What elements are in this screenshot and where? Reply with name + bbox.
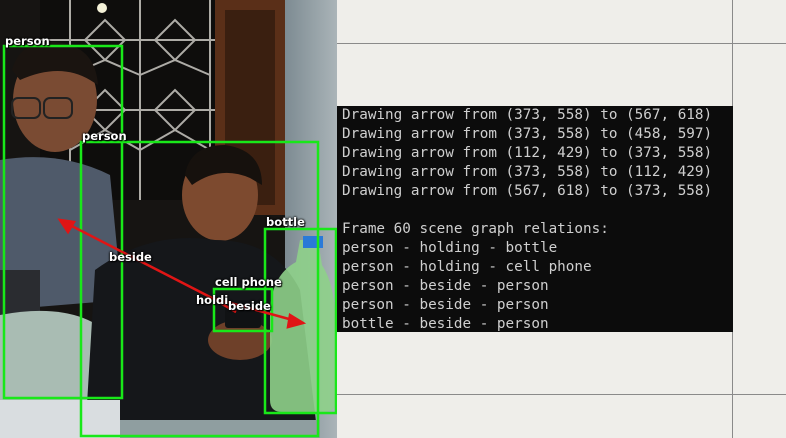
terminal-line: Drawing arrow from (567, 618) to (373, 5… [342,183,713,199]
video-frame: person person bottle cell phone beside h… [0,0,337,438]
grid-line [337,394,786,395]
label-person-2: person [82,129,127,143]
terminal-line: person - beside - person [342,278,549,294]
grid-line [337,43,786,44]
relation-label-holding: holdi [196,293,229,307]
terminal-line: Drawing arrow from (373, 558) to (458, 5… [342,126,713,142]
terminal-output[interactable]: Drawing arrow from (373, 558) to (567, 6… [337,106,733,332]
terminal-line: Drawing arrow from (112, 429) to (373, 5… [342,145,713,161]
terminal-line: Frame 60 scene graph relations: [342,221,609,237]
relation-label-beside-2: beside [228,299,271,313]
relation-label-beside-1: beside [109,250,152,264]
terminal-line: person - holding - bottle [342,240,558,256]
label-cell-phone: cell phone [215,275,282,289]
terminal-line: bottle - beside - person [342,316,549,332]
label-bottle: bottle [266,215,305,229]
terminal-line: Drawing arrow from (373, 558) to (567, 6… [342,107,713,123]
terminal-line: person - beside - person [342,297,549,313]
label-person-1: person [5,34,50,48]
terminal-line: Drawing arrow from (373, 558) to (112, 4… [342,164,713,180]
terminal-line: person - holding - cell phone [342,259,592,275]
